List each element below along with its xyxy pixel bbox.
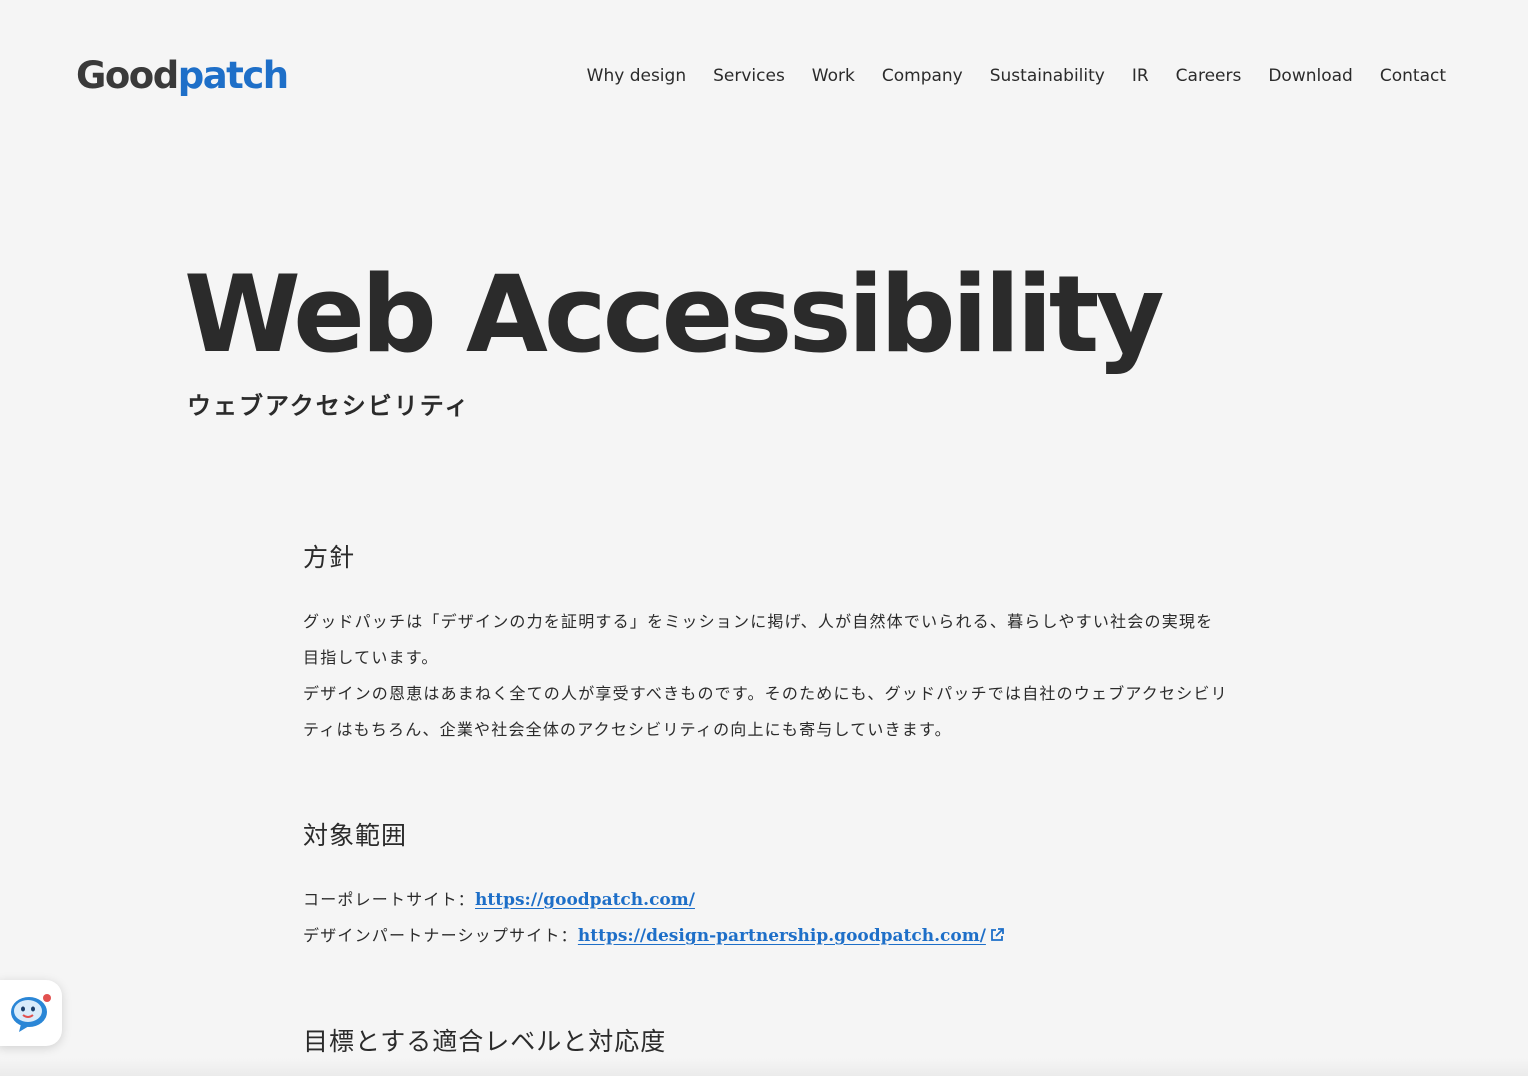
policy-paragraph-1: グッドパッチは「デザインの力を証明する」をミッションに掲げ、人が自然体でいられる…: [303, 612, 1214, 667]
partnership-site-url: https://design-partnership.goodpatch.com…: [577, 926, 986, 946]
bottom-scroll-fade: [0, 1058, 1528, 1076]
nav-careers[interactable]: Careers: [1176, 62, 1242, 90]
external-link-icon: [991, 928, 1004, 941]
corporate-site-row: コーポレートサイト：https://goodpatch.com/: [303, 882, 1004, 918]
goodpatch-logo[interactable]: Goodpatch: [76, 52, 289, 100]
nav-sustainability[interactable]: Sustainability: [990, 62, 1105, 90]
partnership-site-row: デザインパートナーシップサイト：https://design-partnersh…: [303, 918, 1004, 954]
nav-contact[interactable]: Contact: [1380, 62, 1446, 90]
chat-bot-icon: [11, 994, 51, 1032]
policy-section: 方針 グッドパッチは「デザインの力を証明する」をミッションに掲げ、人が自然体でい…: [303, 530, 1228, 748]
scope-body: コーポレートサイト：https://goodpatch.com/ デザインパート…: [303, 882, 1004, 954]
nav-ir[interactable]: IR: [1132, 62, 1149, 90]
page: Goodpatch Why design Services Work Compa…: [0, 0, 1528, 1076]
logo-text-patch: patch: [177, 54, 289, 97]
policy-body: グッドパッチは「デザインの力を証明する」をミッションに掲げ、人が自然体でいられる…: [303, 604, 1228, 748]
scope-heading: 対象範囲: [303, 821, 408, 850]
corporate-site-label: コーポレートサイト：: [303, 890, 476, 909]
chat-widget-button[interactable]: [0, 980, 62, 1046]
nav-work[interactable]: Work: [812, 62, 855, 90]
page-title: Web Accessibility: [184, 253, 1165, 376]
corporate-site-link[interactable]: https://goodpatch.com/: [475, 890, 695, 910]
logo-text-good: Good: [76, 54, 179, 97]
site-header: Goodpatch Why design Services Work Compa…: [0, 0, 1528, 150]
nav-company[interactable]: Company: [882, 62, 963, 90]
policy-heading: 方針: [303, 543, 356, 572]
nav-download[interactable]: Download: [1268, 62, 1353, 90]
main-nav: Why design Services Work Company Sustain…: [587, 62, 1446, 90]
partnership-site-label: デザインパートナーシップサイト：: [303, 926, 578, 945]
partnership-site-link[interactable]: https://design-partnership.goodpatch.com…: [578, 926, 1004, 946]
page-subtitle: ウェブアクセシビリティ: [187, 392, 471, 420]
nav-why-design[interactable]: Why design: [587, 62, 686, 90]
nav-services[interactable]: Services: [713, 62, 785, 90]
policy-paragraph-2: デザインの恩恵はあまねく全ての人が享受すべきものです。そのためにも、グッドパッチ…: [303, 684, 1228, 739]
scope-section: 対象範囲 コーポレートサイト：https://goodpatch.com/ デザ…: [303, 808, 1004, 954]
